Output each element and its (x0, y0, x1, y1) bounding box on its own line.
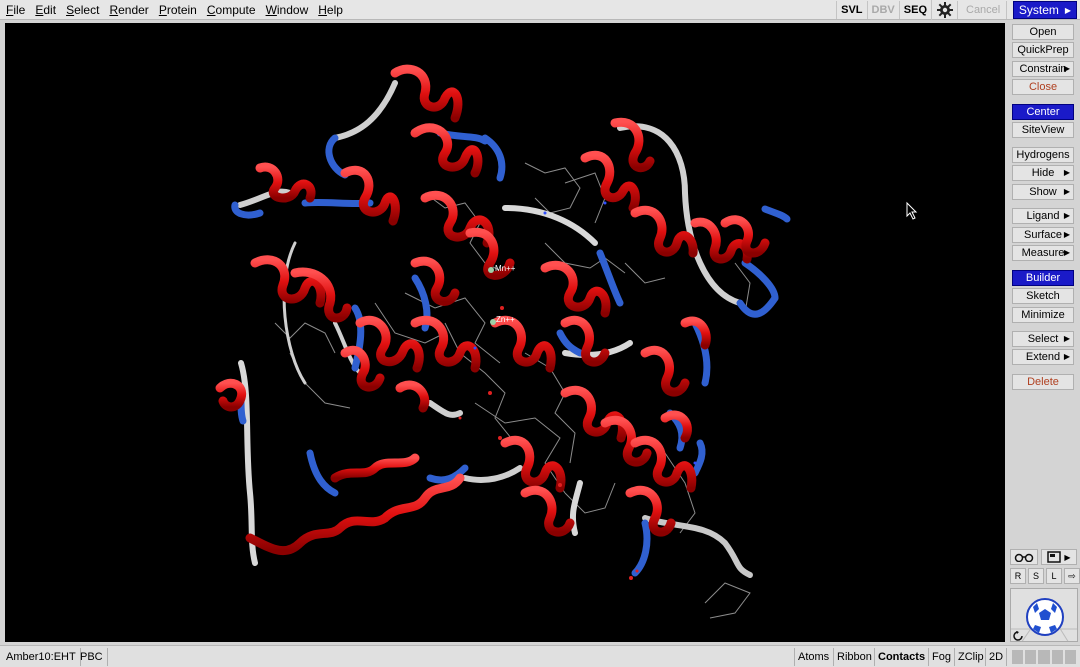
surface-button[interactable]: Surface ▶ (1012, 227, 1074, 243)
constrain-button[interactable]: Constrain ▶ (1012, 61, 1074, 77)
extend-label: Extend (1025, 351, 1061, 363)
triangle-right-icon: ▶ (1064, 552, 1071, 562)
display-icon[interactable]: ▶ (1041, 549, 1077, 565)
menu-bar: File Edit Select Render Protein Compute … (0, 0, 1080, 20)
builder-label: Builder (1025, 272, 1061, 284)
close-label: Close (1028, 81, 1058, 93)
siteview-button[interactable]: SiteView (1012, 122, 1074, 138)
atoms-toggle[interactable]: Atoms (794, 648, 832, 666)
measure-label: Measure (1021, 247, 1065, 259)
molecule-viewport[interactable]: Mn++ Zn++ (5, 23, 1005, 642)
extend-button[interactable]: Extend ▶ (1012, 349, 1074, 365)
next-arrow-icon[interactable]: ⇨ (1064, 568, 1080, 584)
triangle-right-icon: ▶ (1063, 248, 1070, 257)
select-label: Select (1027, 333, 1059, 345)
rotate-icon (1013, 631, 1023, 641)
mn-label: Mn++ (495, 264, 516, 273)
close-button[interactable]: Close (1012, 79, 1074, 95)
pbc-status[interactable]: PBC (76, 648, 108, 666)
quickprep-label: QuickPrep (1017, 44, 1069, 56)
siteview-label: SiteView (1021, 124, 1065, 136)
ribbon-toggle[interactable]: Ribbon (833, 648, 875, 666)
hide-label: Hide (1031, 167, 1055, 179)
svl-toggle[interactable]: SVL (836, 1, 866, 19)
select-button[interactable]: Select ▶ (1012, 331, 1074, 347)
r-button[interactable]: R (1010, 568, 1026, 584)
triangle-right-icon: ▶ (1063, 64, 1070, 73)
center-button[interactable]: Center (1012, 104, 1074, 120)
moe-window: File Edit Select Render Protein Compute … (0, 0, 1080, 667)
sketch-label: Sketch (1026, 290, 1060, 302)
hydrogens-label: Hydrogens (1016, 149, 1070, 161)
minimize-button[interactable]: Minimize (1012, 307, 1074, 323)
center-label: Center (1026, 106, 1060, 118)
contacts-toggle[interactable]: Contacts (874, 648, 928, 666)
minimize-label: Minimize (1021, 309, 1065, 321)
rotation-widget[interactable] (1010, 588, 1078, 642)
menu-compute[interactable]: Compute (203, 1, 260, 19)
gear-icon[interactable] (931, 0, 957, 20)
cancel-button[interactable]: Cancel (957, 1, 1007, 19)
menu-render[interactable]: Render (105, 1, 152, 19)
dbv-toggle[interactable]: DBV (866, 1, 899, 19)
status-bar: Amber10:EHT PBC Atoms Ribbon Contacts Fo… (0, 645, 1080, 667)
system-button[interactable]: System ▶ (1013, 1, 1077, 19)
s-button[interactable]: S (1028, 568, 1044, 584)
measure-button[interactable]: Measure ▶ (1012, 245, 1074, 261)
open-label: Open (1029, 26, 1057, 38)
fog-toggle[interactable]: Fog (928, 648, 954, 666)
l-button[interactable]: L (1046, 568, 1062, 584)
hide-button[interactable]: Hide ▶ (1012, 165, 1074, 181)
stereo-glasses-icon[interactable] (1010, 549, 1038, 565)
activity-meter (1012, 650, 1077, 664)
zn-label: Zn++ (496, 315, 515, 324)
triangle-right-icon: ▶ (1064, 5, 1072, 15)
seq-toggle[interactable]: SEQ (898, 1, 931, 19)
sketch-button[interactable]: Sketch (1012, 288, 1074, 304)
quickprep-button[interactable]: QuickPrep (1012, 42, 1074, 58)
ligand-label: Ligand (1026, 210, 1060, 222)
triangle-right-icon: ▶ (1063, 211, 1070, 220)
triangle-right-icon: ▶ (1063, 334, 1070, 343)
system-button-label: System (1018, 3, 1059, 17)
show-button[interactable]: Show ▶ (1012, 184, 1074, 200)
arrow-cursor-icon (906, 201, 918, 220)
protein-ribbon-render: Mn++ Zn++ (215, 64, 918, 619)
ligand-button[interactable]: Ligand ▶ (1012, 208, 1074, 224)
menu-file[interactable]: File (2, 1, 29, 19)
menu-select[interactable]: Select (62, 1, 103, 19)
hydrogens-button[interactable]: Hydrogens (1012, 147, 1074, 163)
soccer-ball-icon (1026, 598, 1064, 636)
delete-label: Delete (1027, 376, 1059, 388)
2d-toggle[interactable]: 2D (985, 648, 1008, 666)
triangle-right-icon: ▶ (1063, 168, 1070, 177)
menu-edit[interactable]: Edit (31, 1, 60, 19)
delete-button[interactable]: Delete (1012, 374, 1074, 390)
triangle-right-icon: ▶ (1063, 187, 1070, 196)
triangle-right-icon: ▶ (1063, 352, 1070, 361)
zclip-toggle[interactable]: ZClip (954, 648, 987, 666)
turn-segments (231, 129, 791, 577)
builder-button[interactable]: Builder (1012, 270, 1074, 286)
menu-right-toolbar: SVL DBV SEQ Cancel System ▶ (836, 0, 1080, 20)
menu-window[interactable]: Window (262, 1, 313, 19)
triangle-right-icon: ▶ (1063, 230, 1070, 239)
menu-help[interactable]: Help (314, 1, 347, 19)
open-button[interactable]: Open (1012, 24, 1074, 40)
right-button-panel: Open QuickPrep Constrain ▶ Close Center S… (1008, 20, 1080, 647)
show-label: Show (1029, 186, 1057, 198)
constrain-label: Constrain (1019, 63, 1067, 75)
menu-protein[interactable]: Protein (155, 1, 201, 19)
surface-label: Surface (1024, 229, 1062, 241)
forcefield-status[interactable]: Amber10:EHT (2, 648, 81, 666)
